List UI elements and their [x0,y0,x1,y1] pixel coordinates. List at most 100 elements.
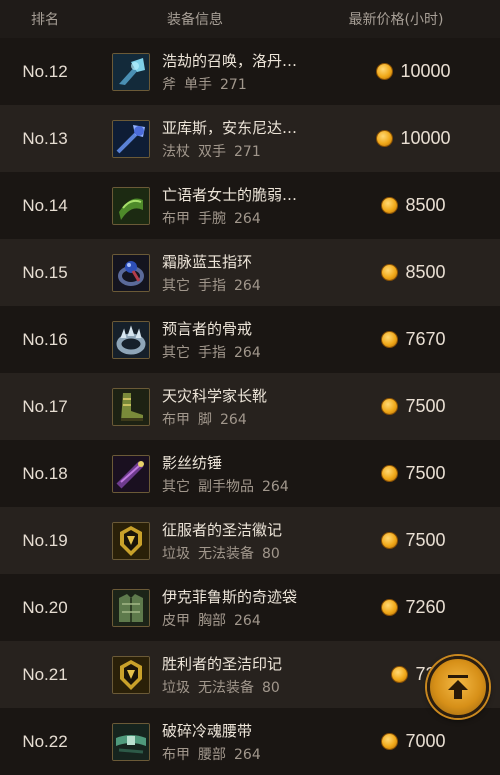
rank-label: No.16 [22,329,68,349]
item-slot: 手指 [198,344,226,361]
item-level: 264 [234,612,261,629]
rank-label: No.12 [22,61,68,81]
bracer-icon [112,186,150,225]
item-slot: 胸部 [198,612,226,629]
item-slot: 手指 [198,277,226,294]
item-name: 影丝纺锤 [162,453,223,472]
item-price: 10000 [400,61,451,81]
item-type: 布甲 [162,210,190,227]
item-type: 其它 [162,478,190,495]
item-type: 垃圾 [162,545,190,562]
gold-coin-icon [381,599,399,616]
item-name: 浩劫的召唤，洛丹… [162,51,298,70]
spindle-icon [112,454,150,493]
bone-ring-icon [112,320,150,359]
item-price: 7500 [405,463,446,483]
item-name: 预言者的骨戒 [162,319,253,338]
table-row[interactable]: No.13 亚库斯，安东尼达… 法杖 双手 271 10000 [0,105,500,172]
item-name: 胜利者的圣洁印记 [162,654,283,673]
rank-label: No.17 [22,396,68,416]
item-slot: 脚 [198,411,212,428]
item-slot: 双手 [198,143,226,160]
item-price: 7500 [405,396,446,416]
item-slot: 无法装备 [198,545,254,562]
item-type: 布甲 [162,411,190,428]
table-row[interactable]: No.21 胜利者的圣洁印记 垃圾 无法装备 80 72 [0,641,500,708]
rank-label: No.20 [22,597,68,617]
item-slot: 无法装备 [198,679,254,696]
chest-icon [112,588,150,627]
item-type: 其它 [162,344,190,361]
item-level: 80 [262,545,280,562]
table-row[interactable]: No.16 预言者的骨戒 其它 手指 264 7670 [0,306,500,373]
item-price: 8500 [405,195,446,215]
gold-coin-icon [381,733,399,750]
item-level: 264 [234,210,261,227]
item-slot: 腰部 [198,746,226,763]
rank-label: No.13 [22,128,68,148]
ring-icon [112,253,150,292]
gold-coin-icon [381,465,399,482]
gold-coin-icon [381,532,399,549]
gold-coin-icon [381,398,399,415]
item-price: 7260 [405,597,446,617]
helm-token-icon [112,521,150,560]
table-row[interactable]: No.22 破碎冷魂腰带 布甲 腰部 264 7000 [0,708,500,775]
item-type: 垃圾 [162,679,190,696]
item-type: 其它 [162,277,190,294]
item-level: 264 [262,478,289,495]
rank-label: No.21 [22,664,68,684]
table-row[interactable]: No.15 霜脉蓝玉指环 其它 手指 264 8500 [0,239,500,306]
item-level: 80 [262,679,280,696]
rank-label: No.15 [22,262,68,282]
item-price: 10000 [400,128,451,148]
item-name: 天灾科学家长靴 [162,386,268,405]
item-price: 7500 [405,530,446,550]
item-level: 264 [220,411,247,428]
item-name: 霜脉蓝玉指环 [162,252,253,271]
header-rank: 排名 [31,12,59,28]
rank-label: No.22 [22,731,68,751]
item-level: 271 [220,76,247,93]
gold-coin-icon [381,264,399,281]
header-price: 最新价格(小时) [348,12,444,28]
staff-icon [112,119,150,158]
rank-label: No.14 [22,195,68,215]
gold-coin-icon [381,331,399,348]
table-row[interactable]: No.19 征服者的圣洁徽记 垃圾 无法装备 80 7500 [0,507,500,574]
belt-icon [112,722,150,761]
item-slot: 手腕 [198,210,226,227]
item-slot: 单手 [184,76,212,93]
table-row[interactable]: No.12 浩劫的召唤，洛丹… 斧单手 271 10000 [0,38,500,105]
helm-token-icon [112,655,150,694]
boots-icon [112,387,150,426]
item-name: 伊克菲鲁斯的奇迹袋 [162,587,298,606]
rank-label: No.19 [22,530,68,550]
item-price: 8500 [405,262,446,282]
item-type: 皮甲 [162,612,190,629]
gold-coin-icon [381,197,399,214]
table-row[interactable]: No.18 影丝纺锤 其它 副手物品 264 7500 [0,440,500,507]
header-info: 装备信息 [167,12,223,28]
item-level: 264 [234,746,261,763]
table-row[interactable]: No.20 伊克菲鲁斯的奇迹袋 皮甲 胸部 264 7260 [0,574,500,641]
item-name: 破碎冷魂腰带 [162,721,253,740]
item-type: 法杖 [162,143,190,160]
item-price: 7000 [405,731,446,751]
gold-coin-icon [376,130,394,147]
gold-coin-icon [376,63,394,80]
item-name: 亡语者女士的脆弱… [162,185,298,204]
gold-coin-icon [391,666,409,683]
item-level: 264 [234,277,261,294]
item-slot: 副手物品 [198,478,254,495]
arrow-up-icon [448,675,468,699]
table-header: 排名 装备信息 最新价格(小时) [0,0,500,38]
item-level: 264 [234,344,261,361]
back-to-top-button[interactable] [427,656,489,718]
table-row[interactable]: No.17 天灾科学家长靴 布甲脚 264 7500 [0,373,500,440]
ranking-list: No.12 浩劫的召唤，洛丹… 斧单手 271 10000 No.13 亚库斯，安… [0,38,500,775]
item-level: 271 [234,143,261,160]
item-type: 布甲 [162,746,190,763]
table-row[interactable]: No.14 亡语者女士的脆弱… 布甲 手腕 264 8500 [0,172,500,239]
item-name: 亚库斯，安东尼达… [162,118,298,137]
